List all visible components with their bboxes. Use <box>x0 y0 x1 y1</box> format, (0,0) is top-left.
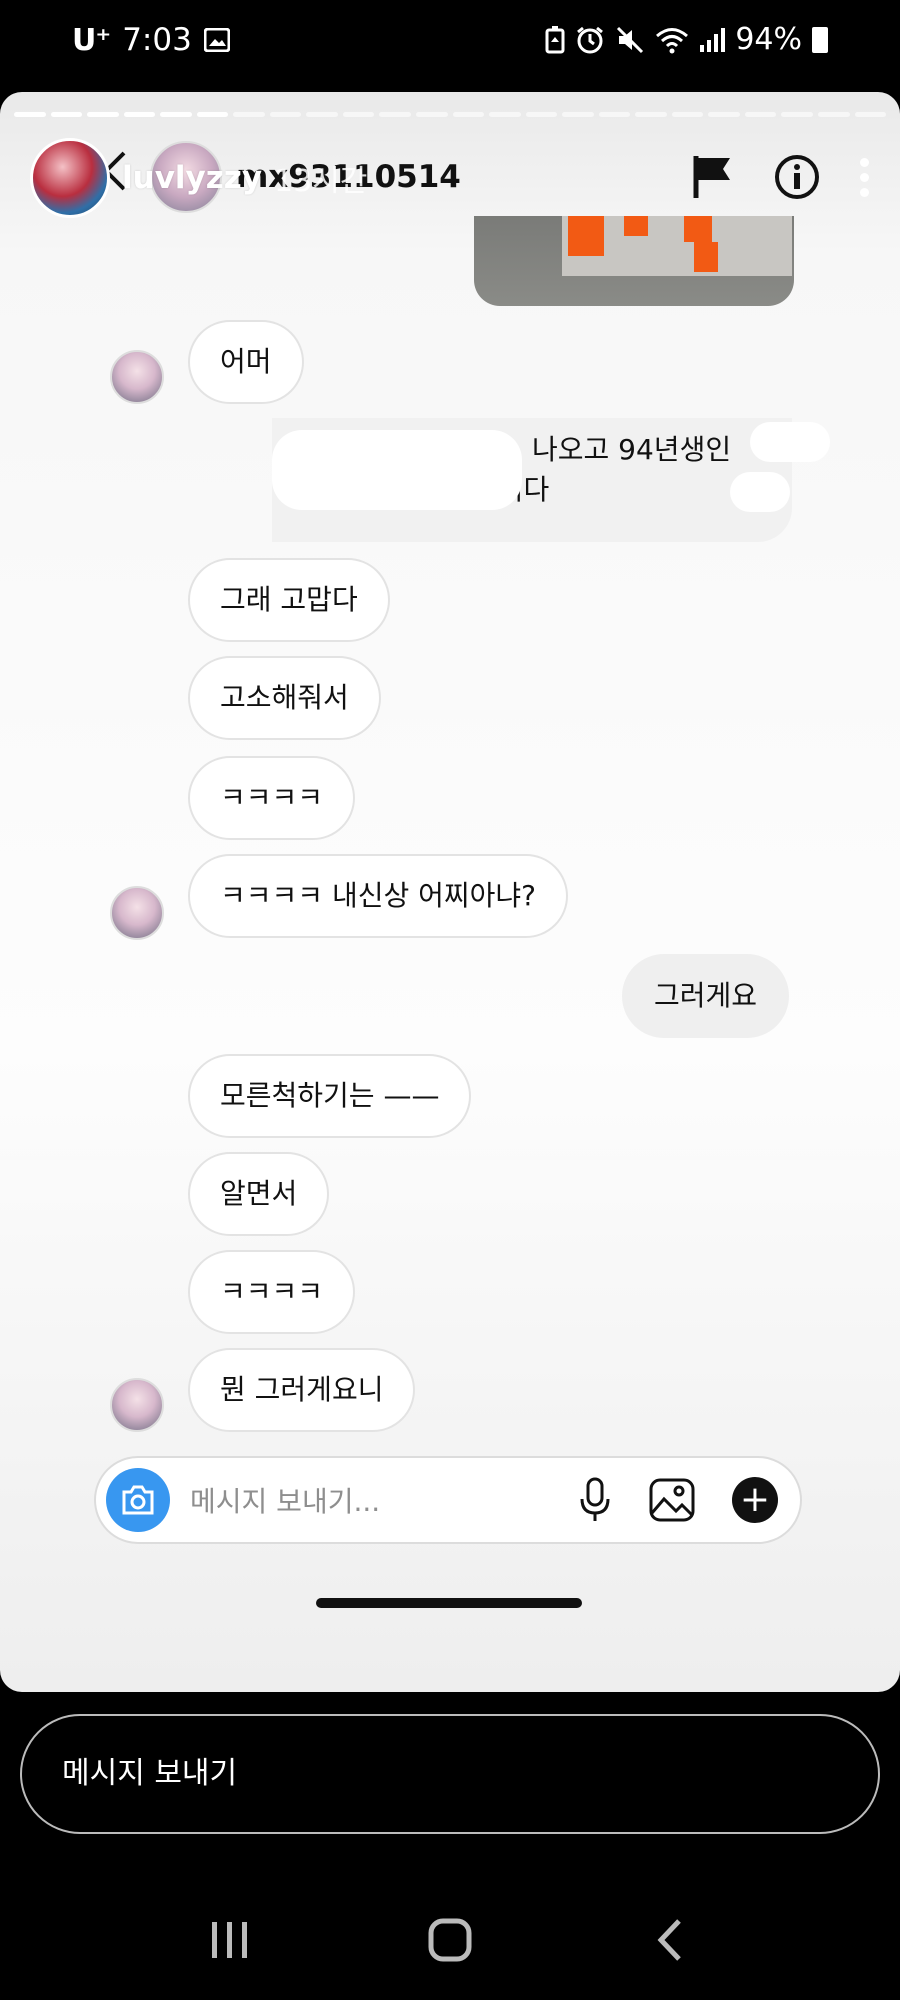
battery-percent: 94% <box>735 22 802 57</box>
battery-saver-icon <box>545 25 565 53</box>
system-nav-bar <box>0 1880 900 2000</box>
flag-icon[interactable] <box>692 154 734 200</box>
progress-segment <box>87 112 119 117</box>
story-progress-bar <box>14 112 887 117</box>
progress-segment <box>708 112 740 117</box>
battery-icon <box>812 26 828 53</box>
progress-segment <box>781 112 814 117</box>
message-bubble: 그래 고맙다 <box>188 558 390 642</box>
message-bubble: 뭔 그러게요니 <box>188 1348 416 1432</box>
message-bubble: ㅋㅋㅋㅋ 내신상 어찌아냐? <box>188 854 569 938</box>
alarm-icon <box>577 26 604 53</box>
progress-segment <box>562 112 594 117</box>
message-bubble: ㅋㅋㅋㅋ <box>188 1250 356 1334</box>
progress-segment <box>525 112 558 117</box>
story-owner[interactable]: luvlyzzy 13시간 <box>30 138 367 218</box>
orange-redaction-mark <box>694 242 718 272</box>
clock: 7:03 <box>122 22 192 58</box>
story-posted-ago: 13시간 <box>274 164 368 199</box>
sender-avatar[interactable] <box>110 1378 164 1432</box>
progress-segment <box>379 112 412 117</box>
signal-icon <box>700 27 726 52</box>
progress-segment <box>50 112 83 117</box>
sender-avatar[interactable] <box>110 886 164 940</box>
story-viewer[interactable]: mx93110514 luvlyzzy 13시간 어머 나오고 94년생인 갑니… <box>0 92 900 1692</box>
redaction-overlay <box>750 422 830 462</box>
microphone-icon[interactable] <box>578 1477 612 1523</box>
more-options-icon[interactable] <box>860 158 870 203</box>
progress-segment <box>342 112 375 117</box>
dm-message-input[interactable]: 메시지 보내기... <box>190 1480 578 1520</box>
progress-segment <box>196 112 229 117</box>
progress-segment <box>123 112 156 117</box>
progress-segment <box>269 112 302 117</box>
story-owner-avatar[interactable] <box>30 138 110 218</box>
my-message-bubble: 그러게요 <box>622 954 790 1038</box>
carrier-label: U⁺ <box>72 22 111 58</box>
recent-apps-icon[interactable] <box>200 1910 260 1970</box>
redaction-overlay <box>272 430 522 510</box>
progress-segment <box>671 112 704 117</box>
progress-segment <box>416 112 448 117</box>
progress-segment <box>306 112 338 117</box>
progress-segment <box>489 112 521 117</box>
message-bubble: ㅋㅋㅋㅋ <box>188 756 356 840</box>
mute-icon <box>617 26 644 53</box>
progress-segment <box>233 112 265 117</box>
gallery-icon[interactable] <box>648 1477 696 1523</box>
gallery-notification-icon <box>203 28 230 52</box>
message-bubble: 고소해줘서 <box>188 656 381 740</box>
progress-segment <box>818 112 850 117</box>
wifi-icon <box>656 27 689 53</box>
story-owner-name[interactable]: luvlyzzy <box>122 160 262 196</box>
status-bar: U⁺ 7:03 94% <box>0 0 900 92</box>
progress-segment <box>744 112 777 117</box>
progress-segment <box>452 112 485 117</box>
camera-icon[interactable] <box>106 1468 170 1532</box>
progress-segment <box>160 112 192 117</box>
redaction-overlay <box>730 472 790 512</box>
progress-segment <box>14 112 46 117</box>
info-icon[interactable] <box>774 154 820 200</box>
progress-segment <box>854 112 887 117</box>
plus-icon[interactable]: + <box>732 1477 778 1523</box>
back-nav-icon[interactable] <box>640 1910 700 1970</box>
message-bubble: 어머 <box>188 320 304 404</box>
message-bubble: 알면서 <box>188 1152 330 1236</box>
home-indicator <box>316 1598 582 1608</box>
dm-composer[interactable]: 메시지 보내기... + <box>94 1456 802 1544</box>
sender-avatar[interactable] <box>110 350 164 404</box>
home-icon[interactable] <box>420 1910 480 1970</box>
progress-segment <box>598 112 631 117</box>
progress-segment <box>635 112 667 117</box>
message-bubble: 모른척하기는 —— <box>188 1054 472 1138</box>
story-reply-input[interactable]: 메시지 보내기 <box>20 1714 880 1834</box>
